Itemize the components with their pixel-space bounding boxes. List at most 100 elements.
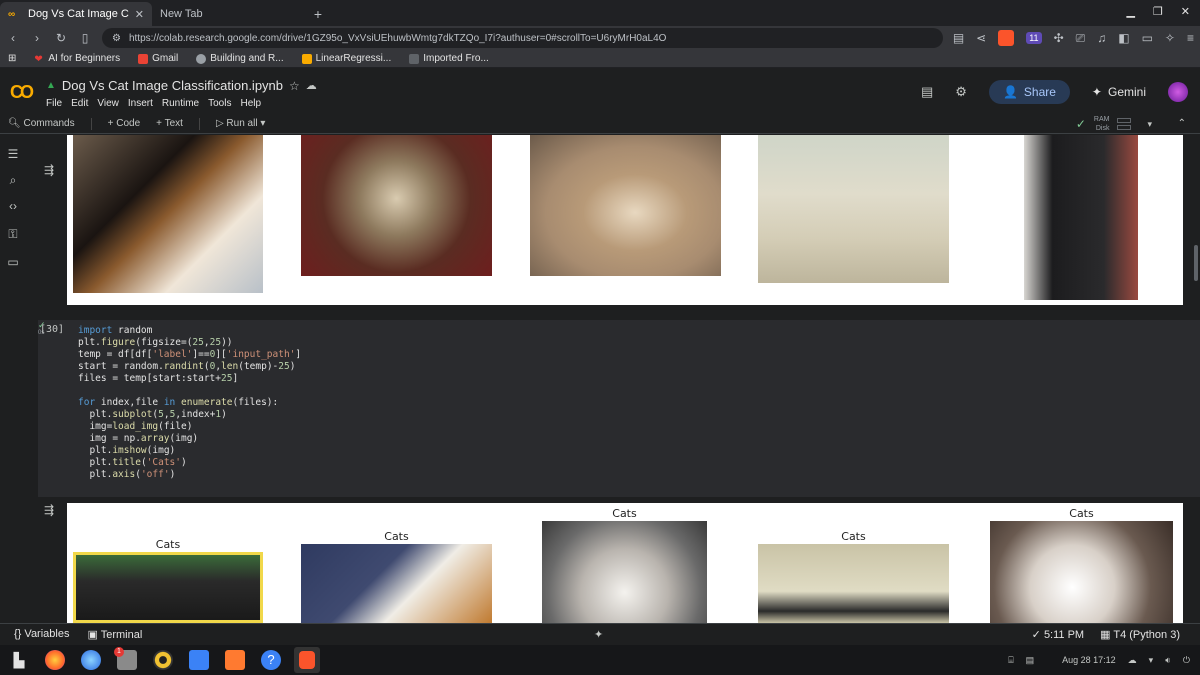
- forward-icon[interactable]: ›: [30, 31, 44, 45]
- power-icon[interactable]: ⏻: [1183, 655, 1190, 666]
- share-page-icon[interactable]: ⋖: [976, 31, 986, 45]
- key-icon[interactable]: ⚿: [6, 227, 20, 241]
- writer-icon[interactable]: [186, 647, 212, 673]
- gpu-icon: ▦: [1100, 629, 1111, 641]
- sidebar-icon[interactable]: ◧: [1118, 31, 1129, 45]
- code-editor[interactable]: import random plt.figure(figsize=(25,25))…: [78, 325, 301, 481]
- code-line: plt.subplot(5,5,index+1): [78, 409, 227, 420]
- cat-title: Cats: [155, 538, 181, 551]
- comment-icon[interactable]: ▤: [921, 84, 933, 100]
- gemini-sparkle-icon[interactable]: ✦: [594, 628, 603, 641]
- menu-runtime[interactable]: Runtime: [162, 98, 199, 109]
- menu-icon[interactable]: ≡: [1187, 31, 1194, 45]
- cat-image-1: [73, 552, 263, 623]
- menu-help[interactable]: Help: [240, 98, 261, 109]
- brave-shields-icon[interactable]: [998, 30, 1015, 46]
- software-center-icon[interactable]: [222, 647, 248, 673]
- clock[interactable]: Aug 28 17:12: [1062, 655, 1116, 665]
- rhythmbox-icon[interactable]: [150, 647, 176, 673]
- divider: [90, 117, 92, 130]
- execution-status[interactable]: ✓ 5:11 PM: [1032, 628, 1084, 641]
- run-all-button[interactable]: ▷ Run all ▾: [216, 118, 265, 129]
- resource-monitor[interactable]: ✓ RAM Disk ▾: [1076, 115, 1152, 133]
- bookmark-label: Imported Fro...: [423, 53, 489, 64]
- screenshot-icon[interactable]: ⎚: [1076, 31, 1086, 46]
- collapse-icon[interactable]: ⌃: [1178, 118, 1186, 129]
- code-cell[interactable]: ✓ 0s [30] import random plt.figure(figsiz…: [38, 320, 1200, 497]
- bookmark-linearregression[interactable]: LinearRegressi...: [301, 53, 391, 64]
- colab-logo[interactable]: CO: [10, 82, 34, 103]
- gemini-button[interactable]: ✦ Gemini: [1092, 85, 1146, 99]
- menu-insert[interactable]: Insert: [128, 98, 153, 109]
- bookmark-icon[interactable]: ▯: [78, 31, 92, 45]
- code-line: start = random.randint(0,len(temp)-25): [78, 361, 296, 372]
- settings-icon[interactable]: ⚙: [955, 84, 967, 100]
- add-text-button[interactable]: + Text: [156, 118, 183, 129]
- terminal-button[interactable]: ▣ Terminal: [87, 628, 142, 641]
- close-window-icon[interactable]: ✕: [1181, 5, 1190, 18]
- close-icon[interactable]: ✕: [135, 8, 144, 21]
- reader-icon[interactable]: ▤: [953, 31, 964, 45]
- brave-browser-icon[interactable]: [294, 647, 320, 673]
- firefox-icon[interactable]: [42, 647, 68, 673]
- menu-tools[interactable]: Tools: [208, 98, 231, 109]
- scrollbar[interactable]: [1194, 245, 1198, 281]
- thunderbird-icon[interactable]: [78, 647, 104, 673]
- notebook-title-row: ▲ Dog Vs Cat Image Classification.ipynb …: [46, 78, 317, 93]
- minimize-icon[interactable]: ▁: [1126, 5, 1134, 18]
- reload-icon[interactable]: ↻: [54, 31, 68, 45]
- site-info-icon[interactable]: ⚙: [112, 33, 121, 44]
- resource-labels: RAM Disk: [1094, 115, 1110, 133]
- ai-icon[interactable]: ✧: [1165, 31, 1175, 45]
- menu-view[interactable]: View: [97, 98, 119, 109]
- back-icon[interactable]: ‹: [6, 31, 20, 45]
- runtime-status[interactable]: ▦ T4 (Python 3): [1100, 628, 1180, 641]
- start-menu-icon[interactable]: ▙: [6, 647, 32, 673]
- wifi-icon[interactable]: ▾: [1149, 655, 1154, 666]
- share-button[interactable]: 👤 Share: [988, 80, 1070, 104]
- network-usage-icon[interactable]: ⌸: [1008, 655, 1013, 666]
- restore-icon[interactable]: ❐: [1153, 5, 1163, 18]
- url-bar[interactable]: ⚙ https://colab.research.google.com/driv…: [102, 28, 943, 48]
- output-actions-icon[interactable]: ⇶: [44, 503, 54, 517]
- execution-count: [30]: [40, 324, 65, 335]
- cloud-tray-icon[interactable]: ☁: [1128, 655, 1137, 666]
- wallet-icon[interactable]: ▭: [1142, 31, 1153, 45]
- extension-icon[interactable]: 11: [1026, 32, 1042, 44]
- new-tab-button[interactable]: +: [306, 6, 330, 26]
- colab-favicon-icon: ∞: [8, 8, 16, 20]
- menu-edit[interactable]: Edit: [71, 98, 88, 109]
- status-right: ✓ 5:11 PM ▦ T4 (Python 3): [1032, 628, 1180, 641]
- bookmark-building[interactable]: Building and R...: [196, 53, 284, 64]
- files-icon[interactable]: 1: [114, 647, 140, 673]
- notebook-title[interactable]: Dog Vs Cat Image Classification.ipynb: [62, 78, 283, 93]
- apps-grid-icon[interactable]: ⊞: [8, 53, 16, 64]
- find-icon[interactable]: ⌕: [6, 173, 20, 187]
- avatar[interactable]: [1168, 82, 1188, 102]
- volume-icon[interactable]: 🔉︎: [1165, 655, 1171, 666]
- commands-button[interactable]: 🔍︎ Commands: [8, 118, 75, 129]
- tab-new-tab[interactable]: New Tab: [152, 2, 302, 26]
- menu-file[interactable]: File: [46, 98, 62, 109]
- bookmark-label: Gmail: [152, 53, 179, 64]
- star-icon[interactable]: ☆: [289, 79, 300, 93]
- chevron-down-icon[interactable]: ▾: [1147, 119, 1152, 129]
- folder-icon[interactable]: ▭: [6, 255, 20, 269]
- clipboard-icon[interactable]: ▤: [1026, 655, 1035, 666]
- bookmark-ai-beginners[interactable]: ❤ AI for Beginners: [34, 53, 120, 65]
- add-code-button[interactable]: + Code: [108, 118, 141, 129]
- dog-image-1: [73, 135, 263, 293]
- help-icon[interactable]: ?: [258, 647, 284, 673]
- code-snippets-icon[interactable]: ‹›: [6, 199, 20, 213]
- variables-button[interactable]: {} Variables: [14, 628, 69, 641]
- music-icon[interactable]: ♫: [1097, 31, 1106, 45]
- bookmark-gmail[interactable]: Gmail: [138, 53, 178, 64]
- output-actions-icon[interactable]: ⇶: [44, 163, 54, 177]
- toc-icon[interactable]: ☰: [6, 147, 20, 161]
- bookmark-imported[interactable]: Imported Fro...: [409, 53, 489, 64]
- puzzle-icon[interactable]: ✣: [1054, 31, 1064, 45]
- commands-label: Commands: [23, 118, 75, 129]
- search-icon: 🔍︎: [8, 118, 21, 129]
- tab-colab[interactable]: ∞ Dog Vs Cat Image Classifi ✕: [0, 2, 152, 26]
